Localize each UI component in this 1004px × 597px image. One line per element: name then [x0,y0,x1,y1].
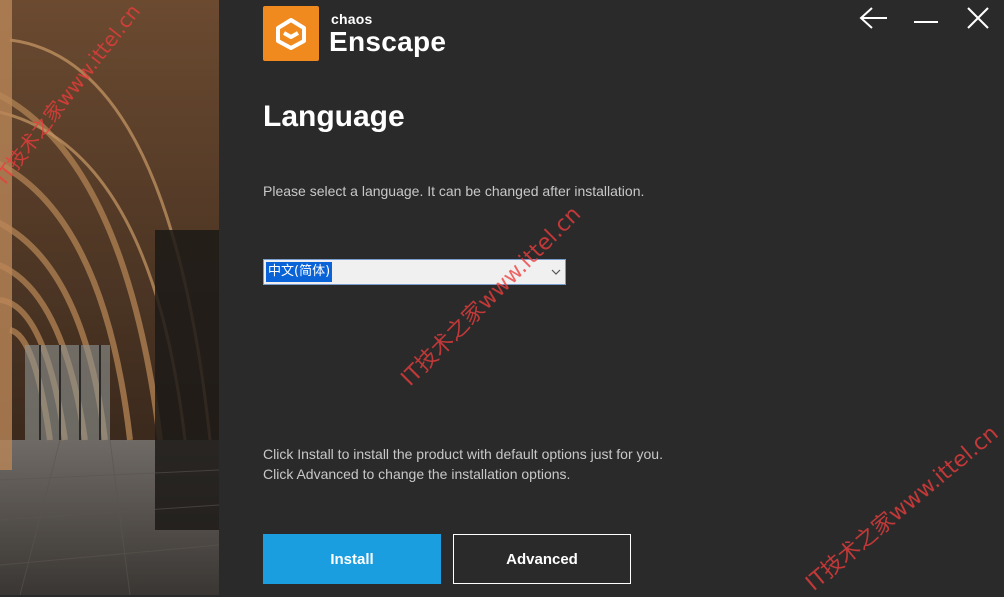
watermark-text: IT技术之家www.ittel.cn [396,201,587,392]
enscape-logo: chaos Enscape [263,6,446,61]
logo-brand: chaos [331,10,373,27]
page-title: Language [263,100,405,133]
chevron-down-icon [547,260,565,284]
arrow-left-icon [859,7,887,29]
install-info-line: Click Install to install the product wit… [263,446,663,462]
language-select-value: 中文(简体) [266,262,333,282]
enscape-logo-icon [263,6,319,61]
page-subtitle: Please select a language. It can be chan… [263,183,645,199]
install-info: Click Install to install the product wit… [263,444,663,484]
close-icon [967,7,989,29]
close-button[interactable] [952,0,1004,36]
language-select[interactable]: 中文(简体) [263,259,566,285]
minimize-button[interactable] [900,0,952,36]
advanced-button[interactable]: Advanced [453,534,631,584]
hero-image [0,0,219,595]
window-controls [848,0,1004,36]
install-button[interactable]: Install [263,534,441,584]
logo-product: Enscape [329,25,447,57]
back-button[interactable] [848,0,900,36]
watermark-text: IT技术之家www.ittel.cn [801,420,1004,597]
advanced-info-line: Click Advanced to change the installatio… [263,466,571,482]
minimize-icon [914,21,938,23]
